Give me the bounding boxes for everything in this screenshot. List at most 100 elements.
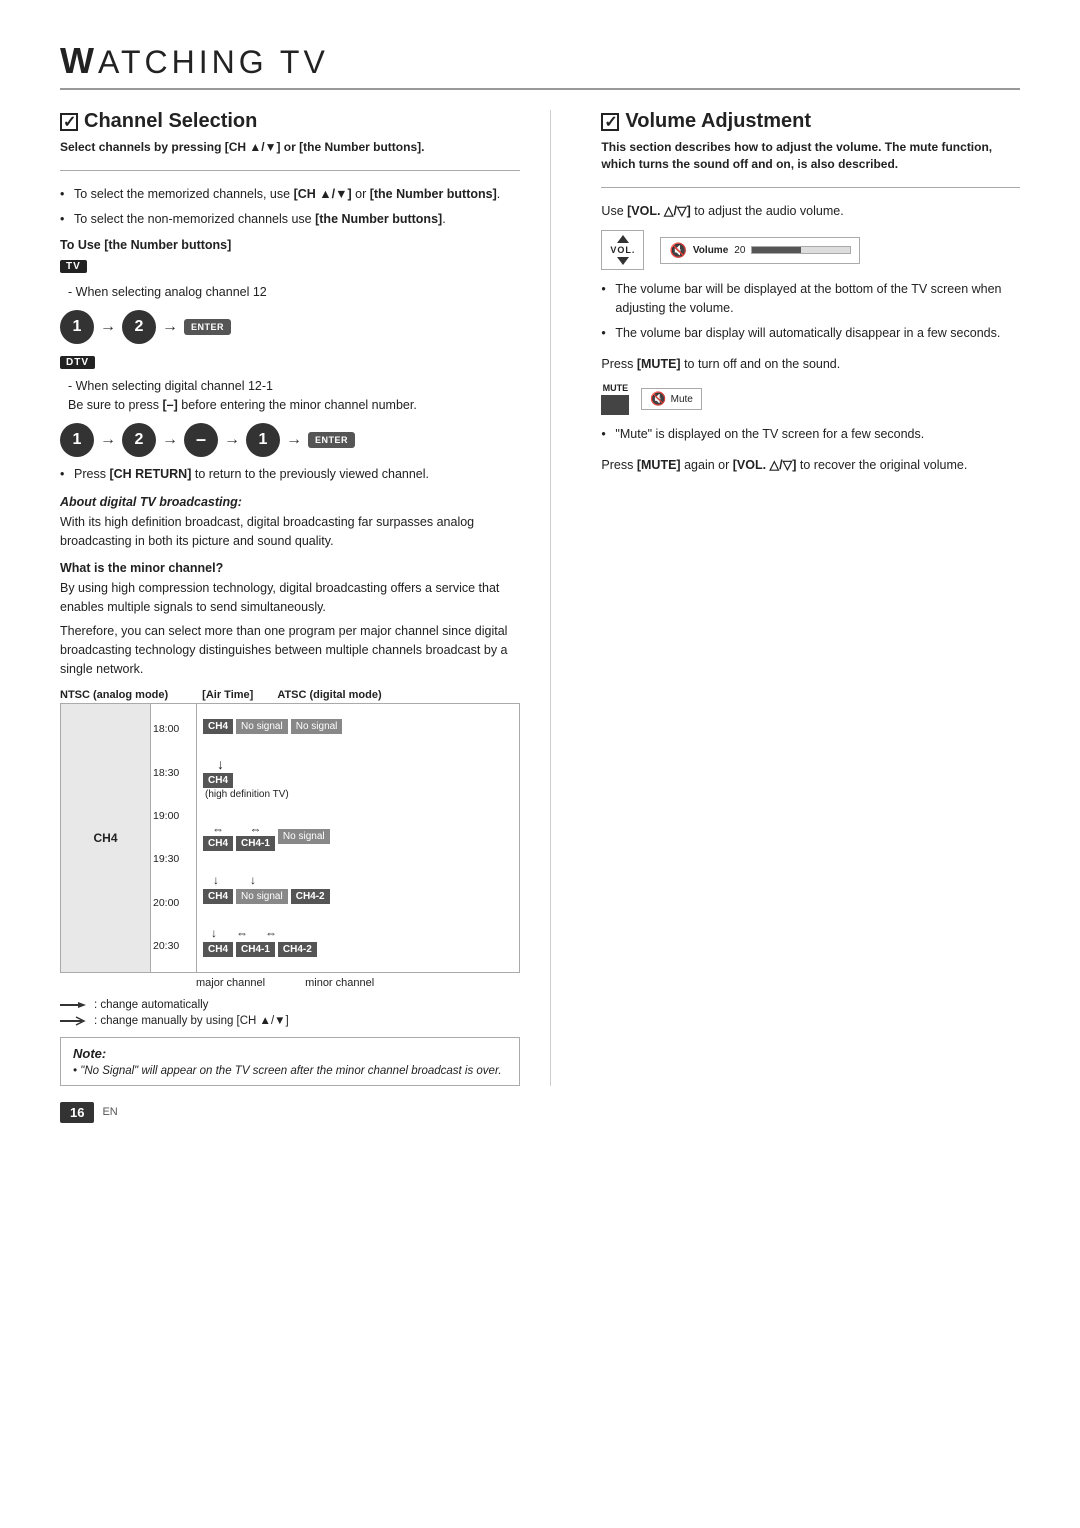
ch-btn-2: 2: [122, 310, 156, 344]
ntsc-ch4: CH4: [61, 704, 151, 972]
mute-diagram: MUTE 🔇 Mute: [601, 383, 1020, 415]
minor-text-2: Therefore, you can select more than one …: [60, 622, 520, 678]
arrow-down-4: ↓: [211, 926, 217, 940]
ntsc-label: NTSC (analog mode): [60, 689, 168, 701]
atsc-column: CH4 No signal No signal ↓ CH4 (high defi…: [197, 704, 519, 972]
legend-auto-text: : change automatically: [94, 999, 208, 1011]
time-2000: 20:00: [153, 897, 194, 909]
ch-btn-1: 1: [60, 310, 94, 344]
page-footer: 16 EN: [60, 1102, 1020, 1123]
channel-selection-title: Channel Selection: [60, 110, 520, 133]
volume-number: 20: [734, 245, 745, 256]
ch4-2-block-2: CH4-2: [278, 942, 317, 957]
ch4-2-block-1: CH4-2: [291, 889, 330, 904]
divider-1: [60, 170, 520, 171]
chart-container: CH4 18:00 18:30 19:00 19:30 20:00 20:30: [60, 703, 520, 973]
tv-channel-row: 1 → 2 → ENTER: [60, 310, 520, 344]
mute-button: [601, 395, 629, 415]
solid-arrow-icon: [60, 999, 90, 1011]
atsc-row-1: CH4 No signal No signal: [203, 719, 513, 734]
vol-down-triangle: [617, 257, 629, 265]
manual-legend: : change manually by using [CH ▲/▼]: [60, 1015, 520, 1027]
digital-tv-heading: About digital TV broadcasting:: [60, 495, 520, 509]
chart-header: NTSC (analog mode) [Air Time] ATSC (digi…: [60, 689, 520, 701]
arrow-down-1: ↓: [217, 756, 224, 772]
mute-instruction: Press [MUTE] to turn off and on the soun…: [601, 355, 1020, 374]
page-title: WATCHING TV: [60, 40, 1020, 82]
ch4-block-2: CH4: [203, 773, 233, 788]
channel-selection-section: Channel Selection Select channels by pre…: [60, 110, 551, 1086]
title-rest: ATCHING TV: [98, 44, 329, 80]
arrow-lr-1: ⇔: [212, 822, 224, 836]
vol-up-triangle: [617, 235, 629, 243]
enter-btn-dtv: ENTER: [308, 432, 355, 448]
mute-button-group: MUTE: [601, 383, 629, 415]
tv-badge: TV: [60, 260, 87, 273]
vol-bullet-1: The volume bar will be displayed at the …: [601, 280, 1020, 318]
ch4-block-1: CH4: [203, 719, 233, 734]
arrow-lr-2: ⇔: [249, 822, 261, 836]
enter-btn-tv: ENTER: [184, 319, 231, 335]
ch4-block-5: CH4: [203, 942, 233, 957]
ch-btn-2b: 2: [122, 423, 156, 457]
arrow-5: →: [224, 431, 240, 449]
ch-btn-1c: 1: [246, 423, 280, 457]
atsc-row-3: ⇔ CH4 ⇔ CH4-1 No signal: [203, 822, 513, 851]
time-1800: 18:00: [153, 723, 194, 735]
volume-diagram: VOL. 🔇 Volume 20: [601, 230, 1020, 270]
atsc-row-2: ↓ CH4 (high definition TV): [203, 756, 513, 800]
hd-label: (high definition TV): [205, 789, 289, 800]
recover-text: Press [MUTE] again or [VOL. △/▽] to reco…: [601, 456, 1020, 475]
page-header: WATCHING TV: [60, 40, 1020, 90]
mute-bullet-1: "Mute" is displayed on the TV screen for…: [601, 425, 1020, 444]
digital-tv-text: With its high definition broadcast, digi…: [60, 513, 520, 551]
vol-bullet-2: The volume bar display will automaticall…: [601, 324, 1020, 343]
ch4-block-3: CH4: [203, 836, 233, 851]
atsc-row-5: ↓ ⇔ ⇔ CH4 CH4-1 CH4-2: [203, 926, 513, 957]
time-1830: 18:30: [153, 767, 194, 779]
arrow-down-2: ↓: [213, 873, 219, 887]
volume-bar: [751, 246, 851, 254]
volume-adjustment-section: Volume Adjustment This section describes…: [591, 110, 1020, 1086]
page-number: 16: [60, 1102, 94, 1123]
no-signal-2: No signal: [291, 719, 343, 734]
tv-note: - When selecting analog channel 12: [60, 283, 520, 302]
mute-screen-label: Mute: [671, 394, 693, 405]
time-1930: 19:30: [153, 853, 194, 865]
channel-bullets: To select the memorized channels, use [C…: [60, 185, 520, 229]
vol-instruction: Use [VOL. △/▽] to adjust the audio volum…: [601, 202, 1020, 221]
volume-checkbox-icon: [601, 113, 619, 131]
time-2030: 20:30: [153, 940, 194, 952]
no-signal-4: No signal: [236, 889, 288, 904]
speaker-icon: 🔇: [669, 242, 686, 259]
time-1900: 19:00: [153, 810, 194, 822]
ch4-block-4: CH4: [203, 889, 233, 904]
mute-bullets: "Mute" is displayed on the TV screen for…: [601, 425, 1020, 444]
title-big-letter: W: [60, 40, 98, 81]
vol-button-box: VOL.: [601, 230, 644, 270]
channel-bullet-1: To select the memorized channels, use [C…: [60, 185, 520, 204]
no-signal-3: No signal: [278, 829, 330, 844]
note-text: • "No Signal" will appear on the TV scre…: [73, 1065, 507, 1077]
arrow-6: →: [286, 431, 302, 449]
two-col-layout: Channel Selection Select channels by pre…: [60, 110, 1020, 1086]
auto-legend: : change automatically: [60, 999, 520, 1011]
mute-label-text: MUTE: [603, 383, 629, 393]
vol-bar-area: 🔇 Volume 20: [660, 237, 860, 264]
number-buttons-heading: To Use [the Number buttons]: [60, 238, 520, 252]
channel-bullet-2: To select the non-memorized channels use…: [60, 210, 520, 229]
arrow-down-3: ↓: [250, 873, 256, 887]
arrow-4: →: [162, 431, 178, 449]
mute-x-icon: 🔇: [650, 391, 666, 407]
minor-text-1: By using high compression technology, di…: [60, 579, 520, 617]
checkbox-icon: [60, 113, 78, 131]
channel-selection-heading: Channel Selection: [84, 110, 257, 133]
vol-label: VOL.: [610, 245, 635, 255]
page-language: EN: [102, 1106, 117, 1118]
major-channel-label: major channel: [196, 977, 265, 989]
volume-title: Volume Adjustment: [601, 110, 1020, 133]
channel-chart-area: NTSC (analog mode) [Air Time] ATSC (digi…: [60, 689, 520, 989]
arrow-lr-3: ⇔: [236, 926, 248, 940]
dtv-badge: DTV: [60, 356, 95, 369]
ch4-1-block-2: CH4-1: [236, 942, 275, 957]
